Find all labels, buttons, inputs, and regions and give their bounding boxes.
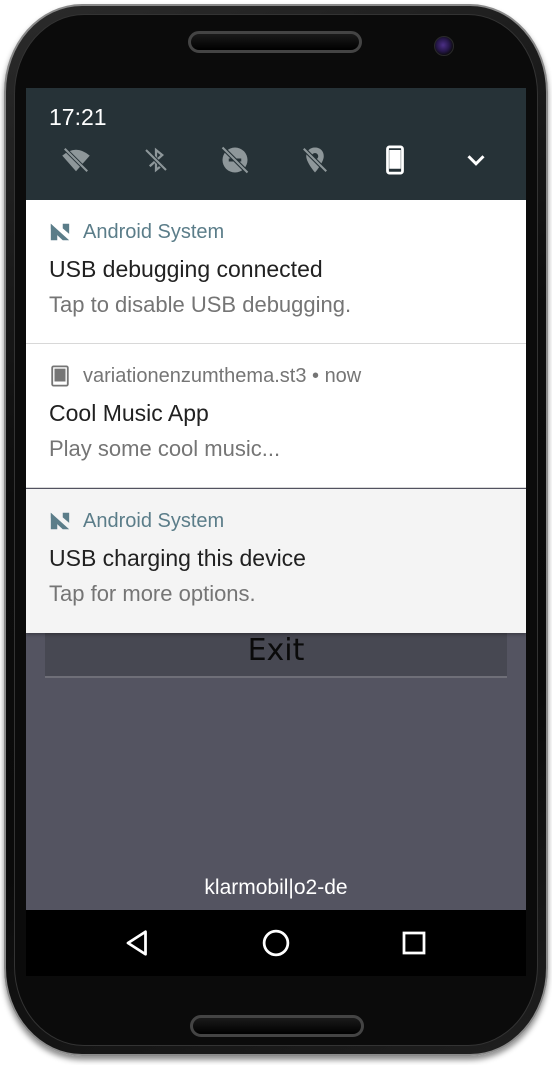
notification-text: Play some cool music... bbox=[49, 436, 281, 461]
location-off-icon[interactable] bbox=[297, 142, 333, 178]
home-icon[interactable] bbox=[259, 926, 293, 960]
wifi-off-icon[interactable] bbox=[58, 142, 94, 178]
recents-icon[interactable] bbox=[397, 926, 431, 960]
front-camera bbox=[434, 36, 454, 56]
notification-app-name: Android System bbox=[83, 509, 225, 532]
navigation-bar bbox=[26, 910, 526, 976]
do-not-disturb-off-icon[interactable] bbox=[217, 142, 253, 178]
android-system-icon bbox=[49, 510, 71, 532]
notification-title: USB charging this device bbox=[49, 545, 306, 571]
tablet-app-icon bbox=[49, 365, 71, 387]
status-clock: 17:21 bbox=[49, 104, 107, 130]
notification-title: Cool Music App bbox=[49, 400, 209, 426]
earpiece-speaker bbox=[188, 31, 362, 53]
notification-title: USB debugging connected bbox=[49, 256, 323, 282]
screen: Exit klarmobil|o2-de 17:21 Android Syste bbox=[26, 88, 526, 976]
quick-settings-header: 17:21 bbox=[26, 88, 526, 200]
notification-app-name: variationenzumthema.st3 • now bbox=[83, 364, 362, 387]
back-icon[interactable] bbox=[121, 926, 155, 960]
notification-text: Tap for more options. bbox=[49, 581, 256, 606]
notification-header: Android System bbox=[49, 509, 224, 533]
notification-app-name: Android System bbox=[83, 220, 225, 243]
notification-text: Tap to disable USB debugging. bbox=[49, 292, 352, 317]
carrier-label: klarmobil|o2-de bbox=[204, 876, 348, 899]
notification-usb-charging[interactable]: Android System USB charging this device … bbox=[26, 489, 526, 633]
bottom-speaker bbox=[190, 1015, 364, 1037]
notification-usb-debugging[interactable]: Android System USB debugging connected T… bbox=[26, 200, 526, 344]
notification-header: Android System bbox=[49, 220, 224, 244]
expand-chevron-icon[interactable] bbox=[458, 142, 494, 178]
notification-header: variationenzumthema.st3 • now bbox=[49, 364, 361, 388]
notification-cool-music-app[interactable]: variationenzumthema.st3 • now Cool Music… bbox=[26, 344, 526, 488]
bluetooth-off-icon[interactable] bbox=[138, 142, 174, 178]
portrait-rotation-icon[interactable] bbox=[377, 142, 413, 178]
android-system-icon bbox=[49, 221, 71, 243]
